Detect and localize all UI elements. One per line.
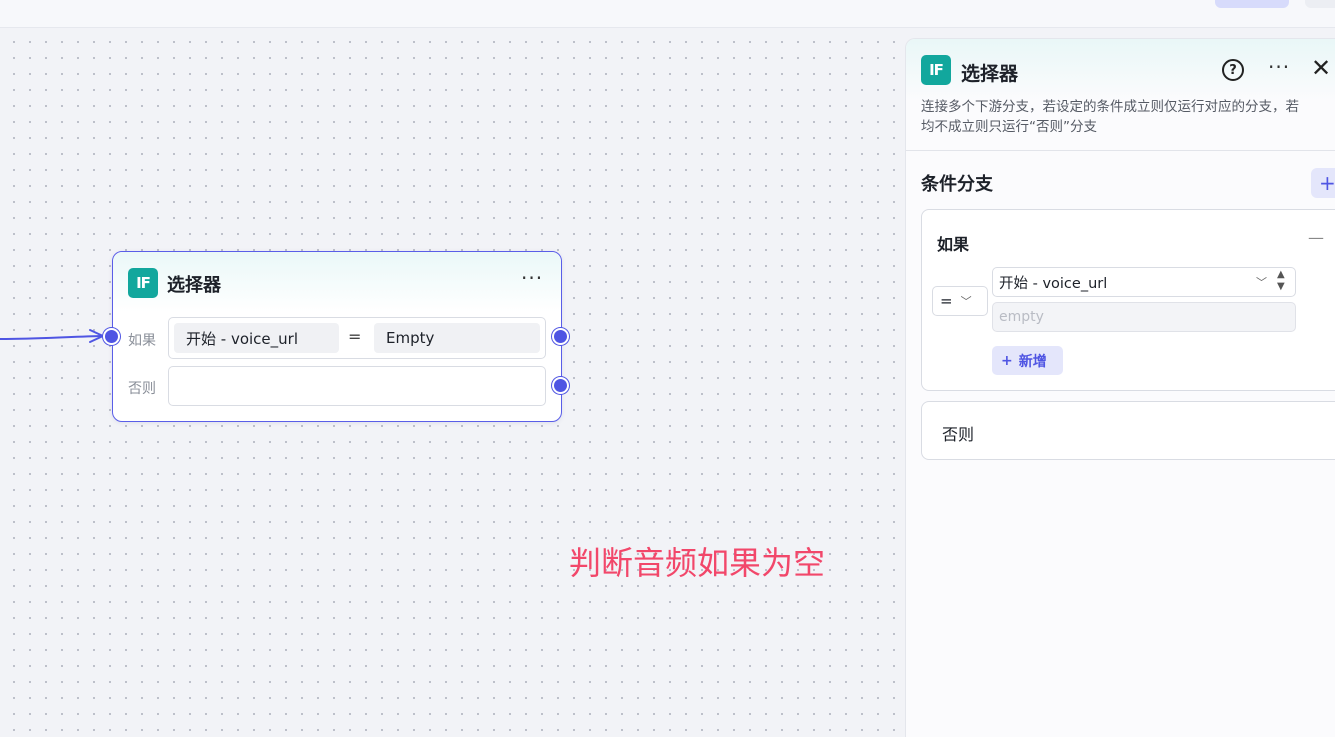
close-icon[interactable]: ✕ [1311, 54, 1331, 82]
add-condition-button[interactable]: + 新增 [992, 346, 1063, 375]
else-card-label: 否则 [942, 425, 975, 444]
toolbar-button[interactable] [1305, 0, 1335, 8]
if-output-handle[interactable] [552, 328, 569, 345]
if-card-label: 如果 [937, 235, 970, 254]
plus-icon: + [1001, 352, 1013, 369]
else-box[interactable] [168, 366, 546, 406]
section-title: 条件分支 [921, 174, 993, 195]
condition-operator: = [348, 327, 362, 346]
if-branch-icon: IF [128, 268, 158, 298]
add-condition-label: 新增 [1018, 353, 1047, 370]
description-line: 连接多个下游分支，若设定的条件成立则仅运行对应的分支，若 [921, 99, 1299, 115]
selector-node[interactable]: IF 选择器 ··· 如果 开始 - voice_url = Empty 否则 [103, 251, 569, 422]
stepper-icon[interactable]: ▲ ▼ [1277, 269, 1285, 293]
else-branch-card: 否则 [921, 401, 1335, 460]
description-line: 均不成立则只运行“否则”分支 [921, 119, 1097, 135]
operator-value: = [940, 292, 953, 310]
condition-box[interactable]: 开始 - voice_url = Empty [168, 317, 546, 359]
condition-value: Empty [374, 323, 540, 353]
top-toolbar [0, 0, 1335, 28]
panel-description: 连接多个下游分支，若设定的条件成立则仅运行对应的分支，若 均不成立则只运行“否则… [921, 97, 1335, 137]
value-input[interactable] [992, 302, 1296, 332]
add-branch-button[interactable]: + [1311, 168, 1335, 198]
chevron-down-icon: ﹀ [960, 295, 972, 308]
publish-button[interactable] [1215, 0, 1289, 8]
panel-title: 选择器 [961, 63, 1019, 85]
more-options-icon[interactable]: ··· [521, 266, 543, 290]
chevron-down-icon: ﹀ [1256, 276, 1267, 289]
annotation-text: 判断音频如果为空 [569, 544, 826, 582]
else-label: 否则 [128, 381, 156, 397]
node-header: IF 选择器 ··· [113, 252, 561, 312]
remove-branch-icon[interactable]: — [1308, 228, 1324, 247]
node-settings-panel: IF 选择器 ? ··· ✕ 连接多个下游分支，若设定的条件成立则仅运行对应的分… [905, 38, 1335, 737]
node-title: 选择器 [167, 275, 221, 296]
if-branch-card: 如果 — = ﹀ 开始 - voice_url ﹀ ▲▼ + 新增 [921, 209, 1335, 391]
input-handle[interactable] [103, 328, 120, 345]
panel-header: IF 选择器 ? ··· ✕ 连接多个下游分支，若设定的条件成立则仅运行对应的分… [906, 39, 1335, 151]
else-output-handle[interactable] [552, 377, 569, 394]
condition-variable: 开始 - voice_url [174, 323, 339, 353]
variable-value: 开始 - voice_url [999, 275, 1108, 292]
if-label: 如果 [128, 333, 156, 349]
help-icon[interactable]: ? [1222, 59, 1244, 81]
if-branch-icon: IF [921, 55, 951, 85]
more-options-icon[interactable]: ··· [1268, 55, 1290, 79]
variable-select[interactable]: 开始 - voice_url ﹀ ▲ ▼ [992, 267, 1296, 297]
operator-select[interactable]: = ﹀ [932, 286, 988, 316]
